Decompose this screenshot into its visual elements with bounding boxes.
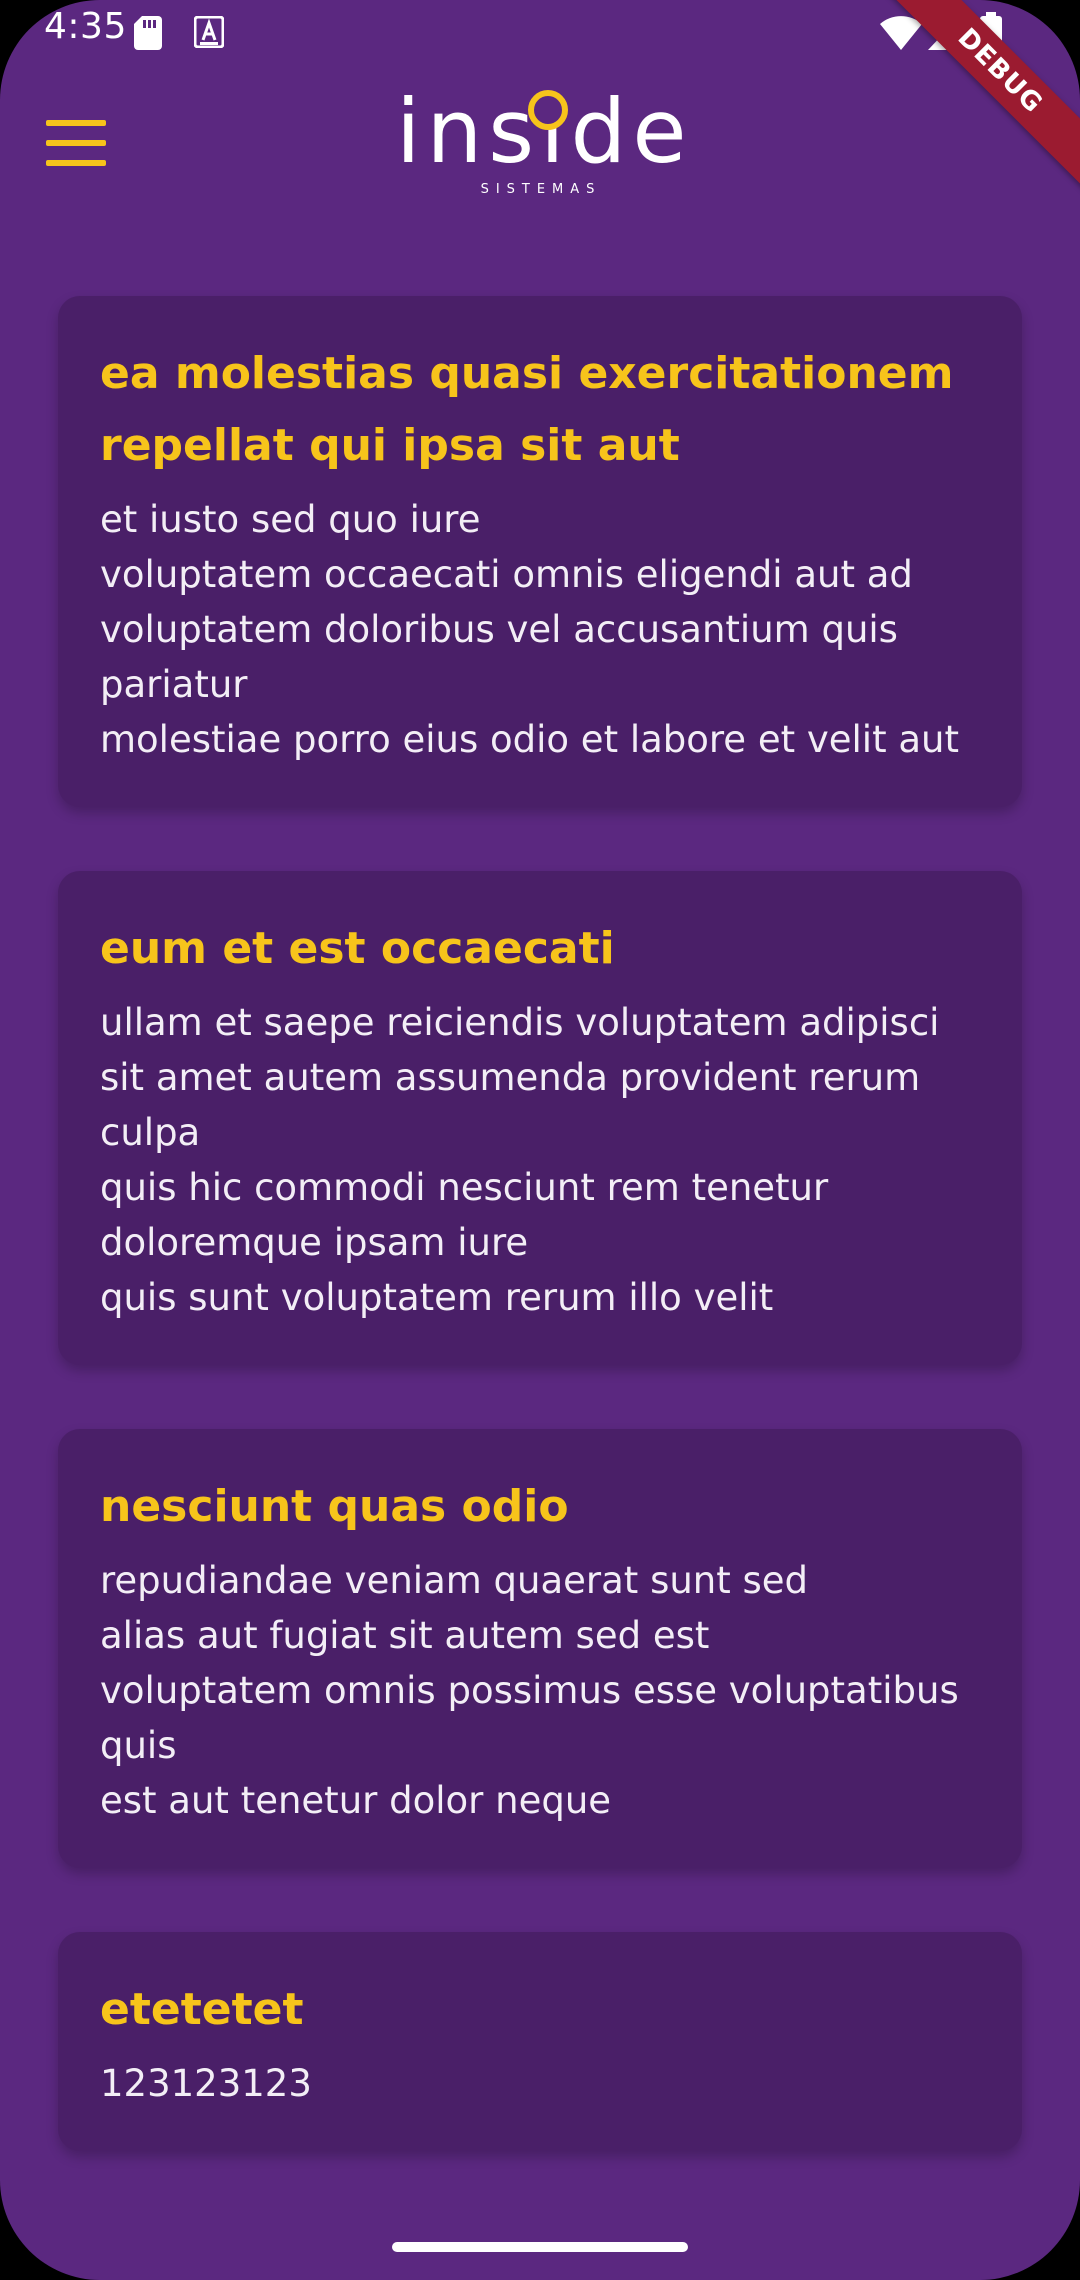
post-list: ea molestias quasi exercitationem repell… [58,296,1022,2215]
post-title: ea molestias quasi exercitationem repell… [100,348,954,471]
app-logo: inside SISTEMAS [396,84,687,200]
a-notification-icon [194,16,224,48]
wifi-icon [880,16,922,50]
post-title: etetetet [100,1984,304,2035]
logo-ring-icon [528,90,568,130]
menu-button[interactable] [40,118,114,174]
post-body: 123123123 [100,2062,312,2105]
post-title: eum et est occaecati [100,923,615,974]
status-bar: 4:35 DEBUG [0,0,1080,194]
post-card[interactable]: nesciunt quas odio repudiandae veniam qu… [58,1429,1022,1868]
post-body: repudiandae veniam quaerat sunt sed alia… [100,1559,959,1822]
logo-subtitle: SISTEMAS [480,182,602,197]
status-time: 4:35 [44,6,127,47]
post-card[interactable]: etetetet 123123123 [58,1932,1022,2151]
app-screen: 4:35 DEBUG inside SISTEMAS ea molestias … [0,0,1080,2280]
post-body: ullam et saepe reiciendis voluptatem adi… [100,1001,940,1319]
post-title: nesciunt quas odio [100,1481,569,1532]
post-card[interactable]: eum et est occaecati ullam et saepe reic… [58,871,1022,1365]
post-body: et iusto sed quo iure voluptatem occaeca… [100,498,959,761]
home-indicator[interactable] [392,2242,688,2252]
post-card[interactable]: ea molestias quasi exercitationem repell… [58,296,1022,807]
sd-card-icon [134,16,162,50]
